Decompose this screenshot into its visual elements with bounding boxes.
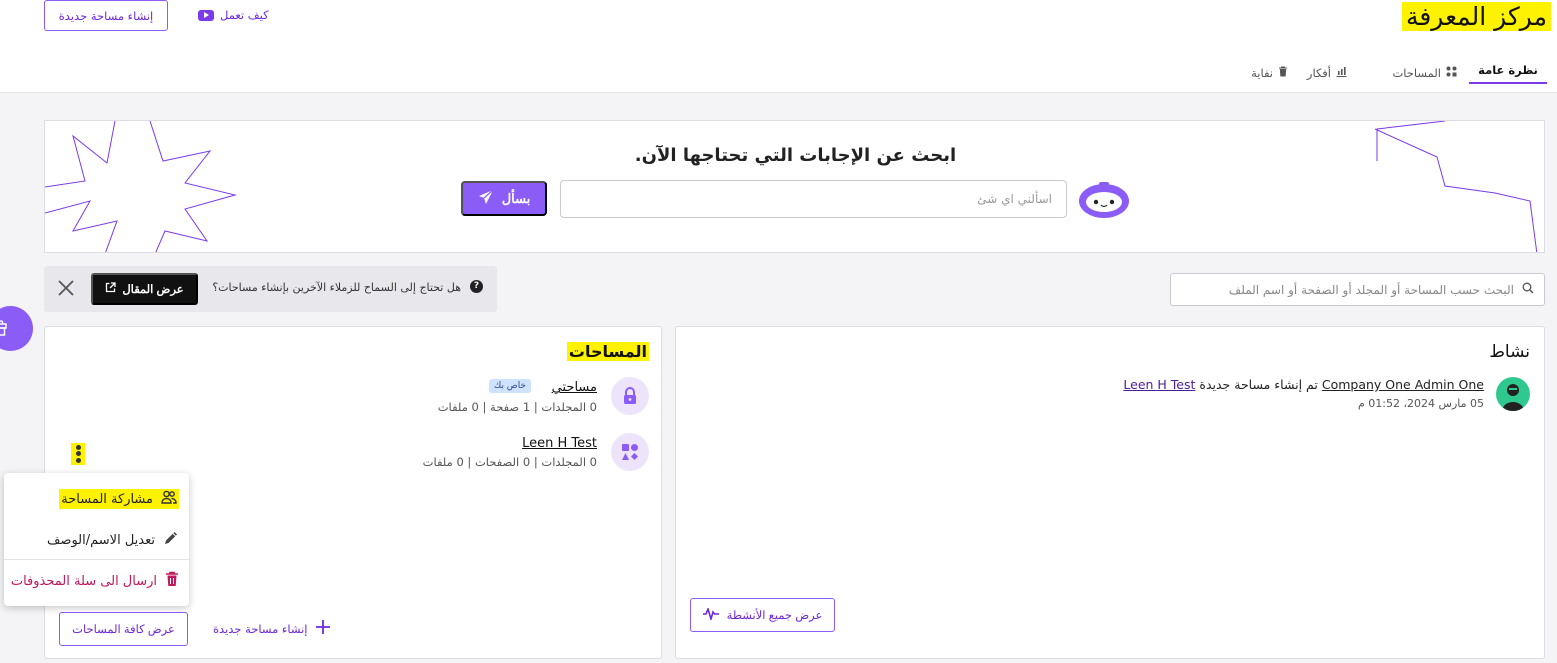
activity-panel: نشاط Company One Admin One تم إنشاء مساح… <box>675 326 1545 659</box>
gift-icon <box>0 317 8 341</box>
close-icon[interactable] <box>54 276 78 300</box>
create-space-button[interactable]: إنشاء مساحة جديدة <box>44 0 168 31</box>
pencil-icon <box>163 530 179 550</box>
shapes-icon <box>611 433 649 471</box>
gift-button[interactable] <box>0 306 33 351</box>
hero-title: ابحث عن الإجابات التي تحتاجها الآن. <box>634 145 957 166</box>
tab-trash[interactable]: نفاية <box>1251 66 1288 80</box>
external-link-icon <box>105 282 116 296</box>
ask-button[interactable]: بسأل <box>461 181 547 216</box>
view-all-activity-button[interactable]: عرض جميع الأنشطة <box>690 598 835 632</box>
space-search-placeholder: البحث حسب المساحة أو المجلد أو الصفحة أو… <box>1228 282 1514 297</box>
page-title: مركز المعرفة <box>1401 2 1551 31</box>
space-meta: 0 المجلدات | 1 صفحة | 0 ملفات <box>437 400 597 414</box>
trash-icon <box>1278 66 1288 80</box>
how-it-works-label: كيف تعمل <box>220 8 269 22</box>
trash-icon <box>165 571 179 591</box>
burst-decoration-right <box>1374 121 1538 252</box>
question-icon: ? <box>470 280 483 293</box>
space-meta: 0 المجلدات | 0 الصفحات | 0 ملفات <box>422 455 597 469</box>
menu-divider <box>4 559 189 560</box>
activity-target-link[interactable]: Leen H Test <box>1123 377 1195 392</box>
tab-trash-label: نفاية <box>1251 66 1273 80</box>
tab-overview[interactable]: نظرة عامة <box>1469 57 1547 84</box>
space-search-input[interactable]: البحث حسب المساحة أو المجلد أو الصفحة أو… <box>1170 273 1545 306</box>
space-name-link[interactable]: مساحتي <box>552 380 597 395</box>
menu-item-label: ارسال الى سلة المحذوفات <box>10 573 157 589</box>
tab-overview-label: نظرة عامة <box>1478 62 1538 77</box>
tab-ideas-label: أفكار <box>1306 66 1331 80</box>
private-badge: خاص بك <box>488 379 531 393</box>
pulse-icon <box>702 606 719 623</box>
chart-icon <box>1336 66 1347 80</box>
menu-item-label: مشاركة المساحة <box>61 491 153 507</box>
lock-icon <box>611 377 649 415</box>
view-article-label: عرض المقال <box>122 284 184 296</box>
view-article-button[interactable]: عرض المقال <box>91 273 198 305</box>
tab-ideas[interactable]: أفكار <box>1307 66 1347 80</box>
activity-time: 05 مارس 2024، 01:52 م <box>1357 397 1484 410</box>
send-icon <box>478 189 494 208</box>
bot-avatar-icon <box>1079 180 1129 218</box>
ask-button-label: بسأل <box>501 190 531 206</box>
menu-item-label: تعديل الاسم/الوصف <box>46 532 155 548</box>
menu-item-share-space[interactable]: مشاركة المساحة <box>59 489 179 509</box>
youtube-icon <box>198 9 214 21</box>
how-it-works-link[interactable]: كيف تعمل <box>198 8 269 22</box>
activity-title: نشاط <box>1489 342 1530 362</box>
activity-actor-link[interactable]: Company One Admin One <box>1322 377 1484 392</box>
notice-banner: ? هل تحتاج إلى السماح للزملاء الآخرين بإ… <box>44 266 497 312</box>
space-context-menu: مشاركة المساحة تعديل الاسم/الوصف ارسال ا… <box>4 473 189 606</box>
more-options-icon[interactable] <box>71 443 85 465</box>
view-all-spaces-button[interactable]: عرض كافة المساحات <box>59 612 188 646</box>
spaces-title: المساحات <box>566 342 649 361</box>
grid-icon <box>1446 66 1457 80</box>
burst-decoration-left <box>45 121 237 252</box>
view-all-activity-label: عرض جميع الأنشطة <box>726 610 823 622</box>
search-icon <box>1522 282 1534 297</box>
tab-spaces-label: المساحات <box>1392 66 1441 80</box>
tab-spaces[interactable]: المساحات <box>1392 66 1457 80</box>
space-name-link[interactable]: Leen H Test <box>522 436 597 451</box>
activity-entry: Company One Admin One تم إنشاء مساحة جدي… <box>1123 377 1484 392</box>
menu-item-move-to-trash[interactable]: ارسال الى سلة المحذوفات <box>11 571 179 591</box>
ask-hero-card: ابحث عن الإجابات التي تحتاجها الآن. اسأل… <box>44 120 1545 253</box>
users-icon <box>161 490 177 508</box>
top-header: مركز المعرفة إنشاء مساحة جديدة كيف تعمل … <box>0 0 1557 93</box>
avatar <box>1496 377 1530 411</box>
notice-text: هل تحتاج إلى السماح للزملاء الآخرين بإنش… <box>212 281 461 294</box>
activity-action: تم إنشاء مساحة جديدة <box>1199 377 1318 392</box>
menu-item-edit-name[interactable]: تعديل الاسم/الوصف <box>47 530 179 550</box>
plus-icon <box>315 619 331 638</box>
ask-input-placeholder: اسألني اي شئ <box>977 192 1052 206</box>
create-space-label: إنشاء مساحة جديدة <box>213 621 308 636</box>
create-space-link[interactable]: إنشاء مساحة جديدة <box>213 619 331 638</box>
ask-input[interactable]: اسألني اي شئ <box>560 180 1067 218</box>
